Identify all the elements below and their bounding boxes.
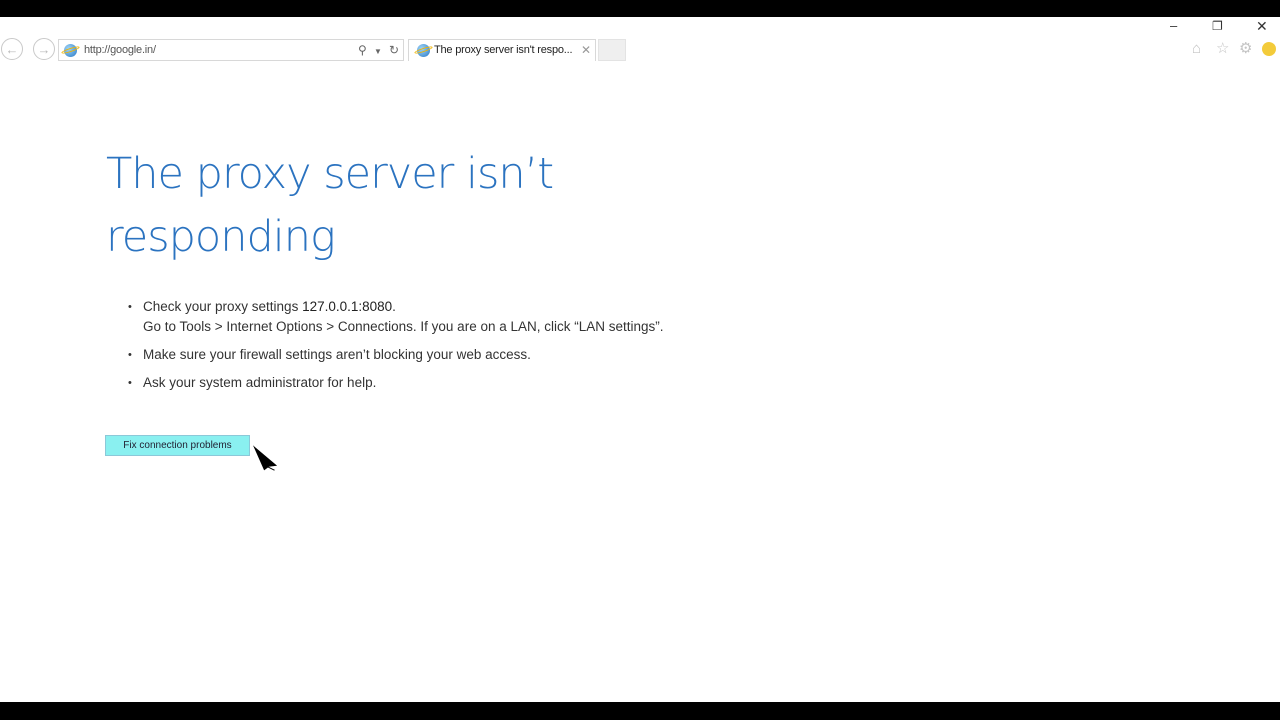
suggestion-list: Check your proxy settings 127.0.0.1:8080… xyxy=(128,297,748,401)
forward-button[interactable]: → xyxy=(33,38,55,60)
address-bar[interactable]: http://google.in/ ⚲ ▼ ↻ xyxy=(58,39,404,61)
browser-window: ← → http://google.in/ ⚲ ▼ ↻ The proxy se… xyxy=(0,17,1280,702)
list-item: Check your proxy settings 127.0.0.1:8080… xyxy=(128,297,748,337)
forward-arrow-icon: → xyxy=(37,41,51,57)
mouse-cursor-icon xyxy=(251,443,279,472)
proxy-settings-path: Go to Tools > Internet Options > Connect… xyxy=(143,319,664,334)
back-arrow-icon: ← xyxy=(5,41,19,57)
star-icon[interactable]: ☆ xyxy=(1216,41,1229,57)
smiley-icon[interactable] xyxy=(1262,42,1276,56)
list-item: Ask your system administrator for help. xyxy=(128,373,748,393)
close-window-button[interactable]: ✕ xyxy=(1256,18,1268,34)
proxy-settings-period: . xyxy=(392,299,396,314)
page-title: The proxy server isn’t responding xyxy=(106,149,554,262)
refresh-icon[interactable]: ↻ xyxy=(389,43,399,57)
admin-suggestion: Ask your system administrator for help. xyxy=(143,375,377,390)
fix-connection-button[interactable]: Fix connection problems xyxy=(105,435,250,456)
ie-page-icon xyxy=(64,44,77,57)
close-icon[interactable]: ✕ xyxy=(581,43,591,57)
restore-button[interactable]: ❐ xyxy=(1212,18,1223,34)
ie-tab-icon xyxy=(417,44,430,57)
home-icon[interactable]: ⌂ xyxy=(1192,41,1201,57)
firewall-suggestion: Make sure your firewall settings aren’t … xyxy=(143,347,531,362)
url-text[interactable]: http://google.in/ xyxy=(84,44,156,56)
proxy-address: 127.0.0.1:8080 xyxy=(302,299,393,314)
chevron-down-icon[interactable]: ▼ xyxy=(374,45,382,59)
new-tab-button[interactable] xyxy=(598,39,626,61)
tab-title: The proxy server isn't respo... xyxy=(434,44,573,56)
back-button[interactable]: ← xyxy=(1,38,23,60)
list-item: Make sure your firewall settings aren’t … xyxy=(128,345,748,365)
search-icon[interactable]: ⚲ xyxy=(358,43,367,57)
minimize-button[interactable]: – xyxy=(1170,18,1177,34)
tab-active[interactable]: The proxy server isn't respo... ✕ xyxy=(408,39,596,61)
gear-icon[interactable]: ⚙ xyxy=(1239,41,1252,57)
proxy-settings-prefix: Check your proxy settings xyxy=(143,299,303,314)
